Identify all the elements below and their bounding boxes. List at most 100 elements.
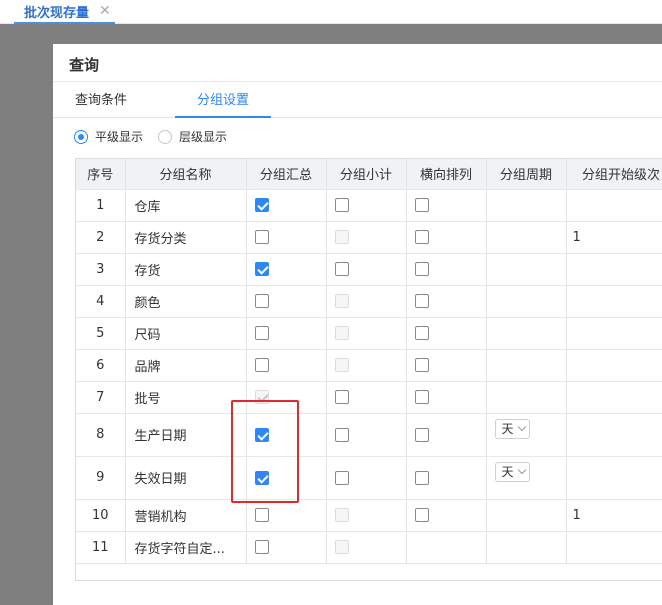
start-level-cell[interactable]: 1 [566,221,662,254]
table-row[interactable]: 10 营销机构 1 [76,499,662,532]
start-level-cell[interactable] [566,317,662,350]
table-row[interactable]: 3 存货 [76,253,662,286]
table-row[interactable]: 6 品牌 [76,349,662,382]
group-subtotal-checkbox-cell [326,499,407,532]
col-header-group-name[interactable]: 分组名称 [125,159,247,190]
table-row[interactable]: 4 颜色 [76,285,662,318]
tab-group-settings[interactable]: 分组设置 [175,92,271,118]
group-subtotal-checkbox-cell [326,317,407,350]
group-period-cell [486,499,567,532]
start-level-cell[interactable] [566,349,662,382]
radio-selected-icon [74,129,88,144]
row-number: 5 [76,317,126,350]
row-number: 10 [76,499,126,532]
start-level-cell[interactable] [566,189,662,222]
table-row[interactable]: 8 生产日期 天 [76,413,662,457]
display-mode-group: 平级显示 层级显示 [74,128,242,145]
group-period-cell [486,285,567,318]
horizontal-checkbox[interactable] [414,326,429,340]
dialog-tabs: 查询条件 分组设置 [53,88,662,118]
table-row[interactable]: 5 尺码 [76,317,662,350]
group-name-cell: 颜色 [125,285,247,318]
group-name-cell: 存货 [125,253,247,286]
radio-hierarchy-display[interactable]: 层级显示 [158,128,227,145]
group-subtotal-checkbox[interactable] [334,262,349,276]
horizontal-checkbox[interactable] [414,262,429,276]
col-header-start-level[interactable]: 分组开始级次 [566,159,662,190]
tab-query-conditions[interactable]: 查询条件 [75,92,127,118]
group-summary-checkbox[interactable] [254,230,269,244]
group-summary-checkbox-cell [246,253,327,286]
horizontal-checkbox[interactable] [414,230,429,244]
group-name-cell: 存货字符自定... [125,531,247,564]
group-period-cell: 天 [486,456,567,500]
start-level-cell[interactable] [566,381,662,414]
group-summary-checkbox[interactable] [254,198,269,212]
group-subtotal-checkbox-cell [326,349,407,382]
dialog-title: 查询 [69,56,100,74]
col-header-group-period[interactable]: 分组周期 [486,159,567,190]
divider [53,81,662,82]
group-subtotal-checkbox[interactable] [334,390,349,404]
start-level-cell[interactable] [566,285,662,318]
group-subtotal-checkbox[interactable] [334,198,349,212]
horizontal-checkbox[interactable] [414,294,429,308]
period-select[interactable]: 天 [494,418,530,439]
group-period-cell [486,189,567,222]
horizontal-checkbox-cell [406,285,487,318]
group-summary-checkbox[interactable] [254,294,269,308]
group-subtotal-checkbox-cell [326,253,407,286]
group-summary-checkbox[interactable] [254,326,269,340]
horizontal-checkbox[interactable] [414,508,429,522]
group-summary-checkbox-cell [246,499,327,532]
col-header-no[interactable]: 序号 [76,159,126,190]
period-select[interactable]: 天 [494,461,530,482]
group-period-cell: 天 [486,413,567,457]
group-summary-checkbox[interactable] [254,358,269,372]
start-level-cell[interactable] [566,456,662,500]
start-level-cell[interactable]: 1 [566,499,662,532]
row-number: 4 [76,285,126,318]
group-period-cell [486,349,567,382]
group-subtotal-checkbox [334,230,349,244]
group-summary-checkbox[interactable] [254,508,269,522]
table-row[interactable]: 1 仓库 [76,189,662,222]
horizontal-checkbox[interactable] [414,390,429,404]
table-row[interactable]: 9 失效日期 天 [76,456,662,500]
col-header-group-subtotal[interactable]: 分组小计 [326,159,407,190]
close-icon[interactable]: ✕ [99,4,111,18]
group-subtotal-checkbox [334,326,349,340]
row-number: 1 [76,189,126,222]
start-level-cell[interactable] [566,413,662,457]
group-name-cell: 尺码 [125,317,247,350]
group-subtotal-checkbox [334,294,349,308]
horizontal-checkbox[interactable] [414,198,429,212]
page-tab-batch-stock[interactable]: 批次现存量 ✕ [14,0,115,24]
group-summary-checkbox-cell [246,531,327,564]
horizontal-checkbox[interactable] [414,427,429,442]
col-header-group-summary[interactable]: 分组汇总 [246,159,327,190]
group-subtotal-checkbox-cell [326,285,407,318]
group-subtotal-checkbox[interactable] [334,470,349,485]
group-subtotal-checkbox [334,508,349,522]
horizontal-checkbox-cell [406,531,487,564]
grid-header-row: 序号 分组名称 分组汇总 分组小计 横向排列 分组周期 分组开始级次 [76,159,662,190]
table-row[interactable]: 11 存货字符自定... [76,531,662,564]
row-number: 3 [76,253,126,286]
row-number: 2 [76,221,126,254]
group-subtotal-checkbox-cell [326,381,407,414]
horizontal-checkbox-cell [406,189,487,222]
group-summary-checkbox[interactable] [254,540,269,554]
start-level-cell[interactable] [566,531,662,564]
start-level-cell[interactable] [566,253,662,286]
horizontal-checkbox[interactable] [414,470,429,485]
radio-flat-display[interactable]: 平级显示 [74,128,143,145]
horizontal-checkbox-cell [406,317,487,350]
table-row[interactable]: 7 批号 [76,381,662,414]
group-settings-grid: 序号 分组名称 分组汇总 分组小计 横向排列 分组周期 分组开始级次 1 仓库 2 存… [75,158,662,581]
group-subtotal-checkbox[interactable] [334,427,349,442]
horizontal-checkbox[interactable] [414,358,429,372]
col-header-horizontal[interactable]: 横向排列 [406,159,487,190]
table-row[interactable]: 2 存货分类 1 [76,221,662,254]
group-summary-checkbox[interactable] [254,262,269,276]
